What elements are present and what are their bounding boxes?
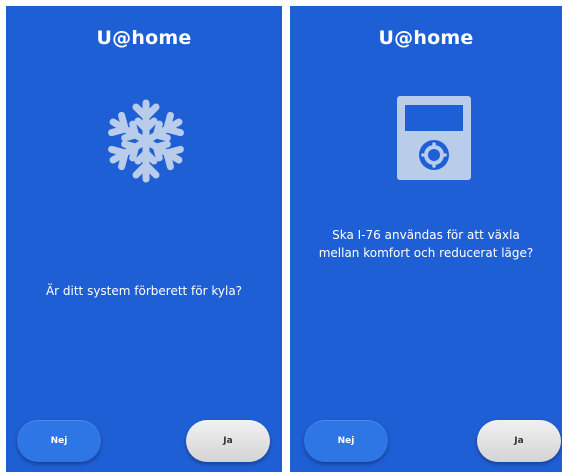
app-title: U@home [378, 27, 474, 49]
app-title: U@home [96, 27, 192, 49]
setup-screen-i76: U@home Ska I-76 användas för att växla m… [290, 6, 562, 472]
snowflake-icon [106, 99, 186, 186]
yes-button[interactable]: Ja [477, 420, 561, 462]
thermostat-device-icon [397, 96, 471, 180]
no-button[interactable]: Nej [17, 420, 101, 462]
setup-screen-cooling: U@home Är ditt system förberett för kyla… [6, 6, 282, 472]
no-button[interactable]: Nej [304, 420, 388, 462]
question-text: Ska I-76 användas för att växla mellan k… [318, 228, 534, 260]
question-text: Är ditt system förberett för kyla? [45, 284, 243, 298]
yes-button[interactable]: Ja [186, 420, 270, 462]
